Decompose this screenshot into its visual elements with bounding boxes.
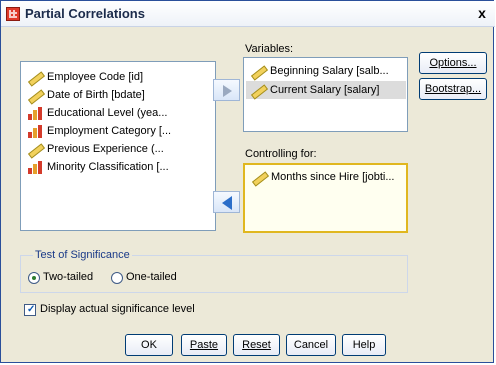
checkmark-icon: ✓ <box>27 304 36 315</box>
title-bar: Partial Correlations x <box>1 1 495 27</box>
bars-icon <box>27 124 43 138</box>
reset-button-label: Reset <box>242 339 271 351</box>
left-arrow-icon <box>222 196 232 210</box>
app-grid-icon <box>6 7 20 21</box>
list-item[interactable]: Date of Birth [bdate] <box>23 86 213 104</box>
display-significance-label[interactable]: Display actual significance level <box>40 303 195 315</box>
ruler-icon <box>27 142 43 156</box>
list-item-label: Months since Hire [jobti... <box>271 171 395 183</box>
bootstrap-button-label: Bootstrap... <box>424 83 482 95</box>
cancel-button-label: Cancel <box>293 339 329 351</box>
list-item[interactable]: Employment Category [... <box>23 122 213 140</box>
partial-correlations-dialog: Partial Correlations x Employee Code [id… <box>0 0 495 363</box>
reset-button[interactable]: Reset <box>233 334 280 356</box>
paste-button[interactable]: Paste <box>181 334 227 356</box>
options-button-label: Options... <box>429 57 477 69</box>
list-item-label: Beginning Salary [salb... <box>270 65 389 77</box>
bars-icon <box>27 160 43 174</box>
move-to-controlling-button[interactable] <box>213 191 240 213</box>
controlling-list[interactable]: Months since Hire [jobti... <box>243 163 408 233</box>
one-tailed-label[interactable]: One-tailed <box>126 271 177 283</box>
controlling-label: Controlling for: <box>245 148 317 160</box>
list-item-label: Employment Category [... <box>47 125 172 137</box>
ok-button[interactable]: OK <box>125 334 173 356</box>
significance-title: Test of Significance <box>33 249 132 261</box>
window-title: Partial Correlations <box>25 6 145 21</box>
bootstrap-button[interactable]: Bootstrap... <box>419 78 487 100</box>
help-button[interactable]: Help <box>342 334 386 356</box>
move-to-variables-button[interactable] <box>213 79 240 101</box>
variables-label: Variables: <box>245 43 294 55</box>
ruler-icon <box>27 70 43 84</box>
list-item[interactable]: Minority Classification [... <box>23 158 213 176</box>
close-icon[interactable]: x <box>473 4 491 22</box>
list-item-label: Educational Level (yea... <box>47 107 168 119</box>
display-significance-checkbox[interactable]: ✓ <box>24 304 36 316</box>
list-item[interactable]: Previous Experience (... <box>23 140 213 158</box>
list-item[interactable]: Educational Level (yea... <box>23 104 213 122</box>
list-item-label: Current Salary [salary] <box>270 84 380 96</box>
variables-list[interactable]: Beginning Salary [salb... Current Salary… <box>243 57 408 132</box>
two-tailed-radio[interactable] <box>28 272 40 284</box>
list-item-label: Employee Code [id] <box>47 71 143 83</box>
right-arrow-icon <box>223 85 232 97</box>
list-item-label: Minority Classification [... <box>47 161 169 173</box>
list-item-label: Previous Experience (... <box>47 143 164 155</box>
ruler-icon <box>250 83 266 97</box>
date-ruler-icon <box>27 88 43 102</box>
cancel-button[interactable]: Cancel <box>286 334 336 356</box>
ok-button-label: OK <box>141 339 157 351</box>
ruler-icon <box>250 64 266 78</box>
list-item[interactable]: Beginning Salary [salb... <box>246 62 406 80</box>
radio-selected-dot <box>32 276 36 280</box>
list-item-selected[interactable]: Current Salary [salary] <box>246 81 406 99</box>
one-tailed-radio[interactable] <box>111 272 123 284</box>
source-variable-list[interactable]: Employee Code [id] Date of Birth [bdate]… <box>20 61 216 231</box>
paste-button-label: Paste <box>189 339 219 351</box>
list-item[interactable]: Employee Code [id] <box>23 68 213 86</box>
help-button-label: Help <box>352 339 376 351</box>
list-item-label: Date of Birth [bdate] <box>47 89 145 101</box>
list-item[interactable]: Months since Hire [jobti... <box>247 168 405 186</box>
bars-icon <box>27 106 43 120</box>
options-button[interactable]: Options... <box>419 52 487 74</box>
two-tailed-label[interactable]: Two-tailed <box>43 271 93 283</box>
ruler-icon <box>251 170 267 184</box>
